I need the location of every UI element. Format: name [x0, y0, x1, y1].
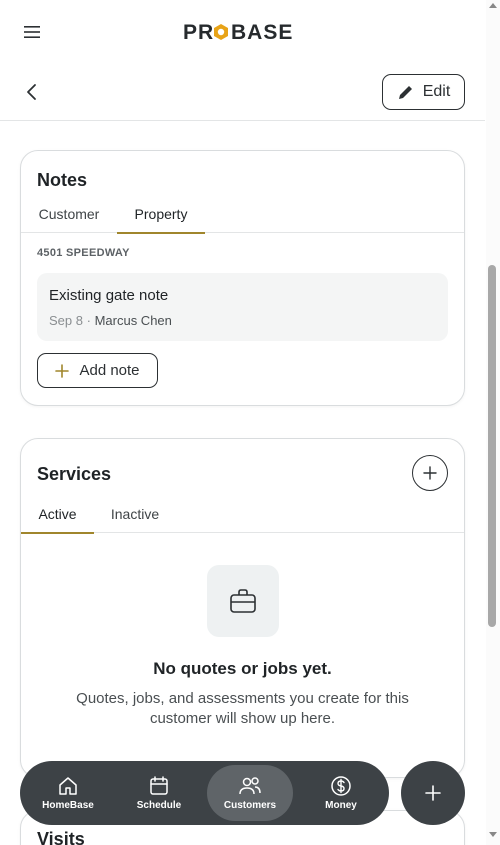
hamburger-icon	[24, 26, 40, 38]
empty-state-icon	[207, 565, 279, 637]
notes-tabs: Customer Property	[21, 199, 464, 234]
tab-inactive[interactable]: Inactive	[105, 499, 165, 533]
empty-state-description: Quotes, jobs, and assessments you create…	[76, 690, 409, 727]
calendar-icon	[150, 776, 168, 795]
nav-label-customers: Customers	[223, 800, 277, 811]
chevron-left-icon	[27, 84, 36, 100]
note-text: Existing gate note	[49, 287, 169, 304]
scrollbar-thumb[interactable]	[488, 265, 496, 627]
note-date: Sep 8	[49, 313, 83, 328]
app-header: PR BASE	[0, 0, 485, 64]
home-icon	[59, 777, 77, 795]
note-author: Marcus Chen	[94, 313, 172, 328]
note-item[interactable]: Existing gate note Sep 8 · Marcus Chen	[37, 273, 448, 341]
services-title: Services	[37, 464, 112, 484]
note-meta: Sep 8 · Marcus Chen	[49, 313, 172, 328]
empty-state-title: No quotes or jobs yet.	[153, 659, 332, 678]
notes-card: Notes Customer Property 4501 SPEEDWAY Ex…	[20, 150, 465, 406]
plus-icon	[423, 466, 437, 480]
visits-title: Visits	[37, 829, 85, 845]
nav-label-homebase: HomeBase	[42, 800, 94, 811]
add-note-label: Add note	[79, 362, 140, 379]
briefcase-icon	[230, 589, 256, 613]
scroll-down-arrow-icon[interactable]	[489, 832, 497, 837]
nav-item-money[interactable]: Money	[298, 765, 384, 821]
menu-button[interactable]	[18, 18, 46, 46]
nav-item-schedule[interactable]: Schedule	[116, 765, 202, 821]
services-tabs: Active Inactive	[21, 499, 464, 534]
svg-text:BASE: BASE	[231, 21, 293, 44]
nav-label-schedule: Schedule	[136, 800, 182, 811]
users-icon	[239, 777, 261, 795]
pencil-icon	[398, 86, 412, 99]
probase-logo: PR BASE	[183, 21, 293, 44]
add-note-button[interactable]: Add note	[37, 353, 158, 388]
add-service-button[interactable]	[412, 455, 448, 491]
plus-icon	[55, 363, 70, 378]
nav-item-customers[interactable]: Customers	[207, 765, 293, 821]
tab-property[interactable]: Property	[117, 199, 205, 234]
back-button[interactable]	[20, 80, 44, 104]
nav-item-homebase[interactable]: HomeBase	[25, 765, 111, 821]
note-separator: ·	[86, 313, 91, 328]
bottom-nav: HomeBase Schedule Customers Money	[20, 761, 389, 825]
svg-text:PR: PR	[183, 21, 214, 44]
dollar-icon	[331, 776, 351, 796]
services-card: Services Active Inactive No quotes or jo…	[20, 438, 465, 778]
edit-label: Edit	[422, 83, 451, 100]
notes-title: Notes	[37, 170, 88, 190]
plus-icon	[425, 785, 441, 801]
property-address: 4501 SPEEDWAY	[37, 247, 130, 259]
scroll-up-arrow-icon[interactable]	[489, 3, 497, 8]
tab-active[interactable]: Active	[21, 499, 94, 534]
subheader: Edit	[0, 64, 485, 121]
tab-customer[interactable]: Customer	[37, 199, 101, 233]
nav-label-money: Money	[325, 800, 357, 811]
edit-button[interactable]: Edit	[382, 74, 465, 110]
add-fab-button[interactable]	[401, 761, 465, 825]
